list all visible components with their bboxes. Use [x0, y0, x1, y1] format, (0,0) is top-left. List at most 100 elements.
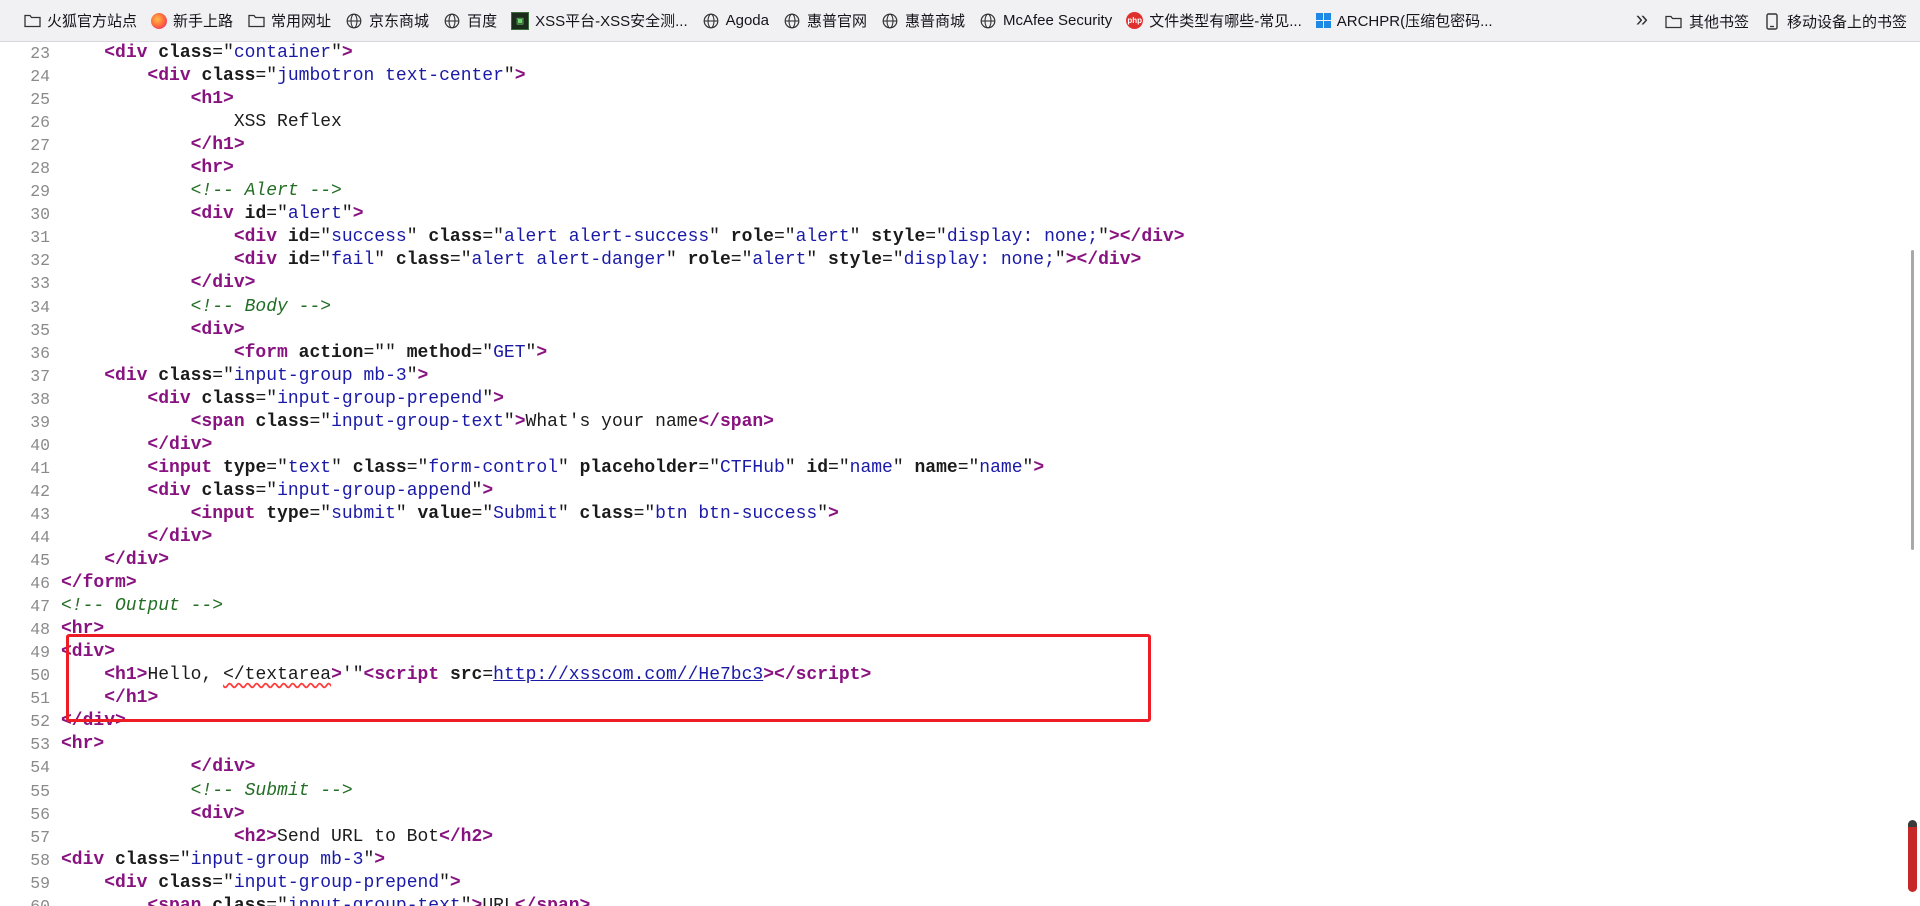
code-token: =" [255, 66, 278, 87]
code-token: > [201, 434, 213, 455]
code-token: alert alert-success [503, 227, 710, 248]
code-token: =" [309, 227, 332, 248]
source-code: </div> [61, 549, 169, 572]
mobile-bookmarks-label: 移动设备上的书签 [1786, 13, 1907, 31]
code-token: action [298, 342, 364, 363]
line-number: 24 [30, 67, 50, 87]
windows-icon [1315, 13, 1331, 28]
globe-icon [702, 12, 720, 30]
code-token: class [212, 895, 267, 906]
code-token: " [374, 250, 396, 271]
other-bookmarks-folder[interactable]: 其他书签 [1658, 7, 1756, 35]
code-token: > [115, 711, 126, 732]
bookmark-item[interactable]: ARCHPR(压缩包密码... [1309, 7, 1500, 35]
code-token: <div [147, 388, 191, 409]
bookmark-item[interactable]: 惠普商城 [874, 7, 972, 35]
bookmark-item[interactable]: McAfee Security [972, 7, 1119, 35]
bookmark-item[interactable]: 百度 [436, 7, 504, 35]
source-line: 51 </h1> [0, 687, 1906, 710]
code-token: </div [147, 526, 202, 547]
code-token: </div [61, 711, 116, 732]
bookmark-item[interactable]: 惠普官网 [776, 7, 874, 35]
line-number: 38 [30, 389, 50, 409]
code-token: input-group-text [331, 411, 504, 432]
xss-icon: ▣ [511, 11, 530, 30]
code-token: " [806, 250, 829, 271]
code-token: <div [147, 480, 191, 501]
code-token: name [914, 457, 958, 478]
code-token: =" [212, 872, 234, 893]
code-token: class [158, 872, 213, 893]
code-token: =" [169, 849, 191, 870]
source-line: 48 <hr> [0, 618, 1906, 641]
source-line: 60 <span class="input-group-text">URL</s… [0, 895, 1906, 906]
code-token: src [449, 665, 483, 686]
code-token: method [406, 342, 472, 363]
line-number: 29 [30, 182, 50, 202]
bookmark-label: McAfee Security [1003, 12, 1113, 29]
source-code: <span class="input-group-text">URL</span… [61, 895, 590, 906]
bookmark-list: 火狐官方站点 新手上路 常用网址 京东商城 百度 ▣ XSS平台-XSS安全测... Agod… [16, 7, 1500, 35]
code-token: " [892, 457, 915, 478]
line-number: 23 [30, 44, 50, 63]
code-token: " [503, 411, 515, 432]
code-token: class [201, 66, 256, 87]
code-token: input-group-append [277, 480, 472, 501]
code-token: " [482, 388, 494, 409]
code-token: > [417, 365, 429, 386]
source-link[interactable]: http://xsscom.com//He7bc3 [493, 665, 763, 685]
bookmarks-overflow-icon[interactable]: » [1636, 6, 1658, 36]
firefox-icon [151, 12, 168, 29]
code-token: > [223, 89, 234, 110]
source-code: <!-- Submit --> [61, 780, 353, 803]
source-code: <div id="alert"> [61, 203, 364, 226]
source-code: <div id="success" class="alert alert-suc… [61, 226, 1185, 249]
source-code: </div> [61, 526, 212, 549]
code-token: class [352, 457, 407, 478]
scrollbar-thumb[interactable] [1911, 250, 1914, 550]
globe-icon [979, 12, 997, 30]
line-number: 41 [30, 458, 50, 478]
line-number: 58 [30, 850, 50, 870]
bookmark-label: Agoda [725, 12, 769, 29]
bookmark-item[interactable]: php 文件类型有哪些-常见... [1119, 7, 1309, 35]
bookmark-item[interactable]: Agoda [695, 7, 776, 35]
code-token: role [730, 227, 774, 248]
code-token: btn btn-success [655, 503, 818, 524]
source-code: <h1>Hello, </textarea>'"<script src=http… [61, 664, 871, 687]
line-number: 46 [30, 574, 50, 594]
source-code: <div> [61, 641, 115, 664]
code-token: XSS Reflex [61, 112, 342, 133]
code-token: " [784, 457, 807, 478]
code-token: =" [774, 227, 796, 248]
source-code: </div> [61, 710, 126, 733]
source-line: 31 <div id="success" class="alert alert-… [0, 226, 1906, 249]
mobile-bookmarks-folder[interactable]: 移动设备上的书签 [1756, 7, 1914, 35]
code-token: > [158, 550, 170, 571]
bookmark-item[interactable]: 常用网址 [240, 7, 338, 35]
line-number: 25 [30, 90, 50, 110]
bookmark-item[interactable]: 新手上路 [144, 7, 240, 35]
code-token: > [93, 734, 105, 755]
source-code: XSS Reflex [61, 111, 342, 134]
bookmark-item[interactable]: 京东商城 [338, 7, 436, 35]
line-number: 28 [30, 159, 50, 179]
source-line: 27 </h1> [0, 134, 1906, 157]
code-token: class [158, 365, 213, 386]
line-number: 34 [30, 297, 50, 317]
vertical-scrollbar[interactable] [1906, 42, 1920, 906]
source-code: <h1> [61, 88, 234, 111]
code-token: > [763, 665, 775, 686]
source-code: <span class="input-group-text">What's yo… [61, 411, 774, 434]
code-token: <!-- Output --> [61, 596, 224, 617]
bookmark-item[interactable]: ▣ XSS平台-XSS安全测... [504, 7, 695, 35]
code-token: > [223, 158, 234, 179]
bookmark-item[interactable]: 火狐官方站点 [16, 7, 144, 35]
